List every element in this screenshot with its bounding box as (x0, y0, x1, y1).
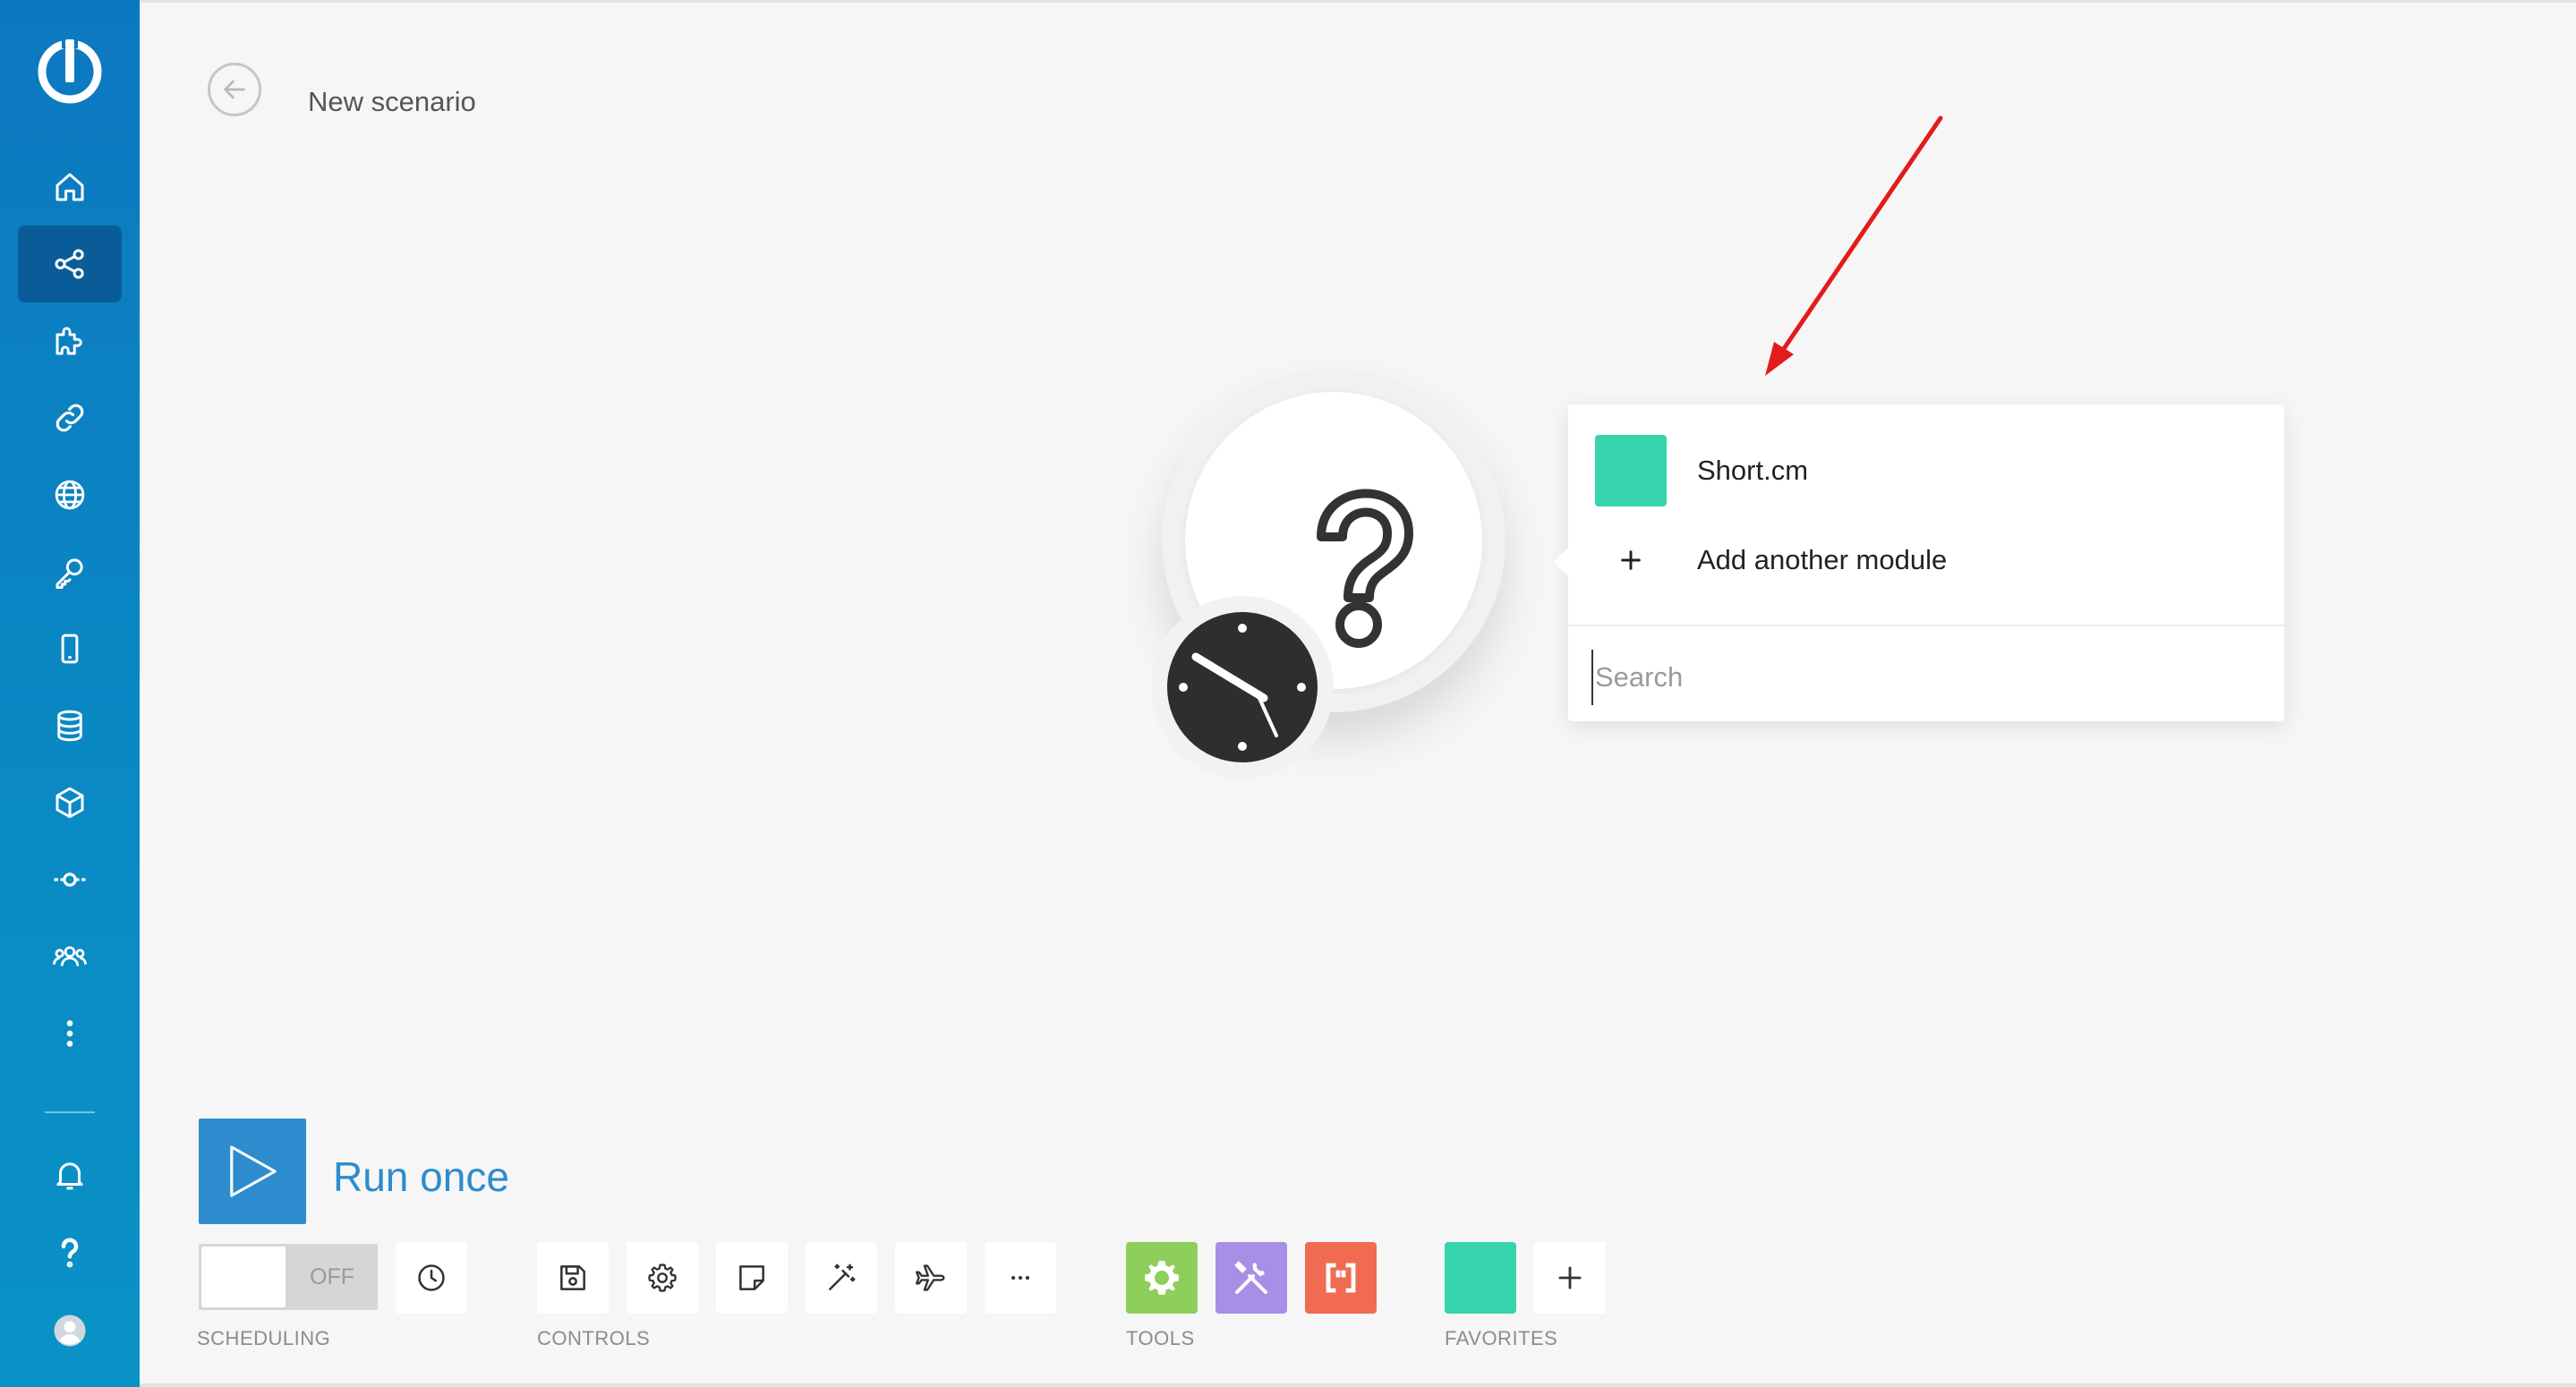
airplane-icon (915, 1264, 945, 1291)
plus-icon (1558, 1266, 1582, 1289)
notes-button[interactable] (716, 1242, 788, 1314)
sidebar-item-data-structures[interactable] (18, 764, 122, 841)
short-cm-label: Short.cm (1697, 455, 1809, 486)
link-icon (55, 404, 84, 432)
module-search-input[interactable] (1591, 650, 2259, 705)
sidebar-item-data-stores[interactable] (18, 687, 122, 764)
run-once-button[interactable] (199, 1119, 306, 1224)
add-favorite-button[interactable] (1534, 1242, 1606, 1314)
top-border (0, 0, 2576, 3)
sidebar-divider (45, 1111, 95, 1113)
sidebar-item-more[interactable] (18, 995, 122, 1072)
mobile-icon (61, 634, 79, 664)
popup-divider (1568, 625, 2284, 626)
sidebar-item-devices[interactable] (18, 610, 122, 687)
favorites-section-label: FAVORITES (1445, 1327, 1558, 1349)
flow-control-button[interactable] (1126, 1242, 1198, 1314)
users-icon (53, 946, 87, 966)
logo-icon[interactable] (36, 38, 104, 106)
tools-button[interactable] (1215, 1242, 1287, 1314)
popup-item-add-module[interactable]: Add another module (1595, 524, 1947, 596)
popup-pointer (1554, 548, 1568, 576)
sidebar-item-webhooks[interactable] (18, 456, 122, 533)
database-icon (57, 710, 82, 742)
home-icon (55, 173, 84, 201)
save-button[interactable] (537, 1242, 609, 1314)
sidebar-item-flow[interactable] (18, 841, 122, 918)
toggle-state-label: OFF (310, 1264, 354, 1289)
sidebar-item-help[interactable] (18, 1213, 122, 1290)
popup-item-short-cm[interactable]: Short.cm (1595, 435, 1808, 506)
avatar-icon (54, 1315, 86, 1347)
wrench-screwdriver-icon (1234, 1261, 1267, 1294)
more-horizontal-icon (1011, 1275, 1029, 1281)
sidebar-item-notifications[interactable] (18, 1136, 122, 1213)
back-button[interactable] (208, 63, 261, 116)
add-module-label: Add another module (1697, 544, 1948, 575)
explain-flow-button[interactable] (895, 1242, 967, 1314)
scheduling-toggle[interactable]: OFF (199, 1244, 378, 1310)
auto-align-button[interactable] (806, 1242, 877, 1314)
favorite-short-cm-button[interactable] (1445, 1242, 1516, 1314)
short-cm-app-tile (1595, 435, 1667, 506)
gear-icon (648, 1264, 677, 1292)
clock-icon (418, 1264, 445, 1291)
controls-section-label: CONTROLS (537, 1327, 651, 1349)
page-title: New scenario (308, 86, 476, 117)
arrow-left-icon (224, 80, 245, 99)
gear-icon (1145, 1261, 1179, 1295)
cube-icon (55, 787, 84, 819)
clock-icon (1167, 612, 1318, 762)
magic-wand-icon (829, 1264, 856, 1290)
save-icon (560, 1265, 585, 1290)
globe-icon (55, 480, 85, 510)
sidebar-item-home[interactable] (18, 149, 122, 225)
run-once-label[interactable]: Run once (333, 1153, 509, 1201)
more-vertical-icon (66, 1020, 73, 1047)
plus-icon (1595, 524, 1667, 596)
scenario-settings-button[interactable] (627, 1242, 698, 1314)
bell-icon (56, 1162, 83, 1190)
brackets-icon (1326, 1263, 1356, 1293)
sidebar-item-keys[interactable] (18, 533, 122, 610)
toggle-knob (201, 1247, 286, 1307)
sidebar-item-scenarios[interactable] (18, 225, 122, 302)
sidebar-item-team[interactable] (18, 918, 122, 995)
bottom-border (0, 1383, 2576, 1387)
sidebar-item-templates[interactable] (18, 302, 122, 379)
scheduling-section-label: SCHEDULING (197, 1327, 331, 1349)
puzzle-icon (55, 327, 82, 355)
module-picker-popup: Short.cm Add another module (1554, 404, 2284, 721)
schedule-settings-button[interactable] (396, 1242, 467, 1314)
key-icon (55, 558, 83, 589)
sticky-note-icon (739, 1265, 764, 1290)
sidebar-item-connections[interactable] (18, 379, 122, 456)
more-controls-button[interactable] (985, 1242, 1056, 1314)
sidebar (0, 0, 140, 1387)
question-icon (61, 1238, 79, 1268)
red-arrow-annotation (1765, 115, 1943, 376)
tools-section-label: TOOLS (1126, 1327, 1195, 1349)
commit-icon (54, 872, 86, 887)
sidebar-item-profile[interactable] (18, 1292, 122, 1369)
play-icon (230, 1145, 277, 1197)
text-parser-button[interactable] (1305, 1242, 1377, 1314)
share-nodes-icon (55, 249, 84, 279)
schedule-clock-badge[interactable] (1151, 596, 1334, 779)
